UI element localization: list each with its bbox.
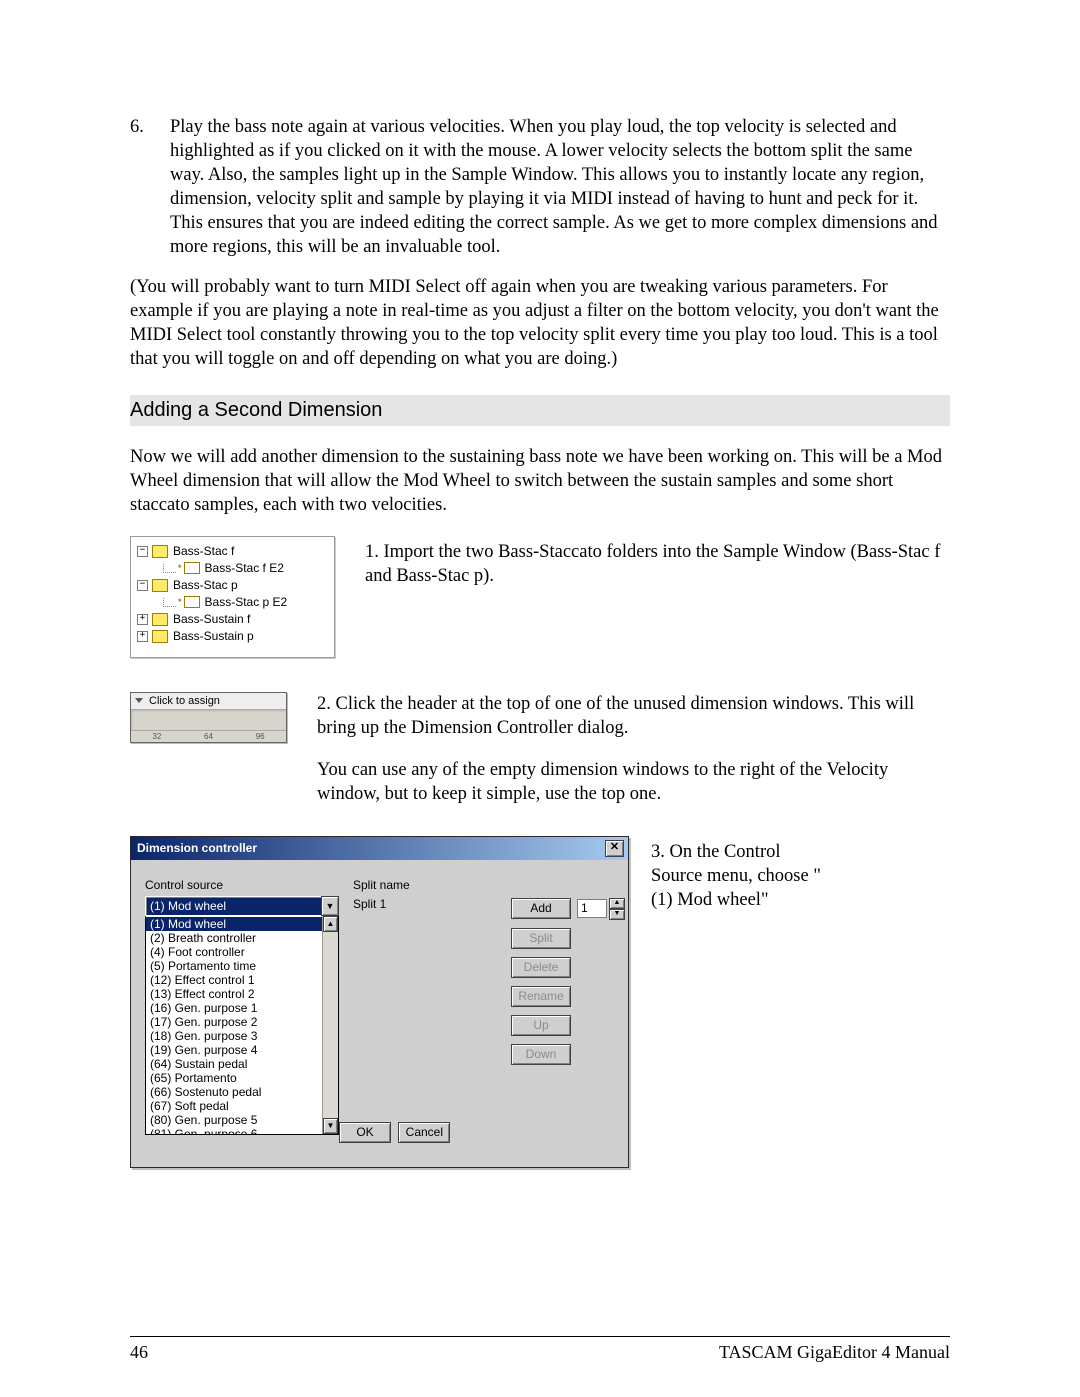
split-name-value: Split 1 xyxy=(353,897,497,911)
ok-button[interactable]: OK xyxy=(339,1122,391,1143)
dropdown-triangle-icon xyxy=(135,698,143,703)
tree-label: Bass-Sustain p xyxy=(173,629,254,643)
add-count-input[interactable]: 1 xyxy=(577,899,607,918)
split-button[interactable]: Split xyxy=(511,928,571,949)
tree-folder[interactable]: Bass-Sustain f xyxy=(137,611,328,628)
option-item[interactable]: (2) Breath controller xyxy=(146,931,322,945)
tree-sample[interactable]: *Bass-Stac f E2 xyxy=(137,560,328,577)
footer-divider xyxy=(130,1336,950,1337)
step-click-b: You can use any of the empty dimension w… xyxy=(317,758,950,806)
option-item[interactable]: (66) Sostenuto pedal xyxy=(146,1085,322,1099)
collapse-icon[interactable] xyxy=(137,546,148,557)
tree-label: Bass-Stac f xyxy=(173,544,234,558)
assign-body xyxy=(131,710,286,731)
spin-down-icon[interactable]: ▼ xyxy=(609,909,625,920)
option-item[interactable]: (64) Sustain pedal xyxy=(146,1057,322,1071)
tree-folder[interactable]: Bass-Sustain p xyxy=(137,628,328,645)
waveform-icon xyxy=(184,562,200,574)
folder-icon xyxy=(152,630,168,643)
split-name-label: Split name xyxy=(353,878,497,892)
spin-up-icon[interactable]: ▲ xyxy=(609,898,625,909)
rename-button[interactable]: Rename xyxy=(511,986,571,1007)
option-item[interactable]: (67) Soft pedal xyxy=(146,1099,322,1113)
waveform-icon xyxy=(184,596,200,608)
down-button[interactable]: Down xyxy=(511,1044,571,1065)
assign-ruler: 32 64 96 xyxy=(131,731,286,742)
control-source-value: (1) Mod wheel xyxy=(145,896,321,916)
expand-icon[interactable] xyxy=(137,614,148,625)
option-item[interactable]: (65) Portamento xyxy=(146,1071,322,1085)
tree-label: Bass-Sustain f xyxy=(173,612,250,626)
option-item[interactable]: (19) Gen. purpose 4 xyxy=(146,1043,322,1057)
tree-sample[interactable]: *Bass-Stac p E2 xyxy=(137,594,328,611)
tree-folder[interactable]: Bass-Stac p xyxy=(137,577,328,594)
dimension-assign-panel[interactable]: Click to assign 32 64 96 xyxy=(130,692,287,743)
scroll-up-icon[interactable]: ▲ xyxy=(323,916,338,932)
cancel-button[interactable]: Cancel xyxy=(398,1122,450,1143)
step6-text: Play the bass note again at various velo… xyxy=(170,115,950,259)
assign-header-text: Click to assign xyxy=(149,695,220,707)
control-source-dropdown[interactable]: (1) Mod wheel ▼ xyxy=(145,896,339,916)
option-item[interactable]: (12) Effect control 1 xyxy=(146,973,322,987)
dialog-title: Dimension controller xyxy=(137,841,257,855)
option-item[interactable]: (17) Gen. purpose 2 xyxy=(146,1015,322,1029)
section-heading: Adding a Second Dimension xyxy=(130,395,950,426)
sample-tree[interactable]: Bass-Stac f *Bass-Stac f E2Bass-Stac p *Ba… xyxy=(130,536,335,658)
dimension-controller-dialog: Dimension controller ✕ Control source (1… xyxy=(130,836,629,1168)
up-button[interactable]: Up xyxy=(511,1015,571,1036)
add-button[interactable]: Add xyxy=(511,898,571,919)
control-source-options[interactable]: (1) Mod wheel(2) Breath controller(4) Fo… xyxy=(145,916,339,1135)
tree-label: Bass-Stac f E2 xyxy=(205,561,284,575)
page-number: 46 xyxy=(130,1342,148,1363)
expand-icon[interactable] xyxy=(137,631,148,642)
folder-icon xyxy=(152,579,168,592)
folder-icon xyxy=(152,545,168,558)
scrollbar[interactable]: ▲ ▼ xyxy=(322,916,338,1134)
option-item[interactable]: (1) Mod wheel xyxy=(146,917,322,931)
option-item[interactable]: (4) Foot controller xyxy=(146,945,322,959)
control-source-label: Control source xyxy=(145,878,339,892)
close-button[interactable]: ✕ xyxy=(605,840,624,857)
option-item[interactable]: (80) Gen. purpose 5 xyxy=(146,1113,322,1127)
option-item[interactable]: (16) Gen. purpose 1 xyxy=(146,1001,322,1015)
delete-button[interactable]: Delete xyxy=(511,957,571,978)
option-item[interactable]: (5) Portamento time xyxy=(146,959,322,973)
midi-followup: (You will probably want to turn MIDI Sel… xyxy=(130,275,950,371)
collapse-icon[interactable] xyxy=(137,580,148,591)
option-item[interactable]: (18) Gen. purpose 3 xyxy=(146,1029,322,1043)
tree-folder[interactable]: Bass-Stac f xyxy=(137,543,328,560)
step-modwheel: 3. On the Control Source menu, choose "(… xyxy=(651,836,826,912)
folder-icon xyxy=(152,613,168,626)
option-item[interactable]: (13) Effect control 2 xyxy=(146,987,322,1001)
step-number: 6. xyxy=(130,115,170,259)
option-item[interactable]: (81) Gen. purpose 6 xyxy=(146,1127,322,1135)
assign-header[interactable]: Click to assign xyxy=(131,693,286,710)
section-intro: Now we will add another dimension to the… xyxy=(130,445,950,517)
step-click-a: 2. Click the header at the top of one of… xyxy=(317,692,950,740)
tree-label: Bass-Stac p E2 xyxy=(205,595,288,609)
manual-title: TASCAM GigaEditor 4 Manual xyxy=(719,1342,950,1363)
step-import: 1. Import the two Bass-Staccato folders … xyxy=(365,536,950,588)
chevron-down-icon[interactable]: ▼ xyxy=(321,896,339,916)
tree-label: Bass-Stac p xyxy=(173,578,238,592)
